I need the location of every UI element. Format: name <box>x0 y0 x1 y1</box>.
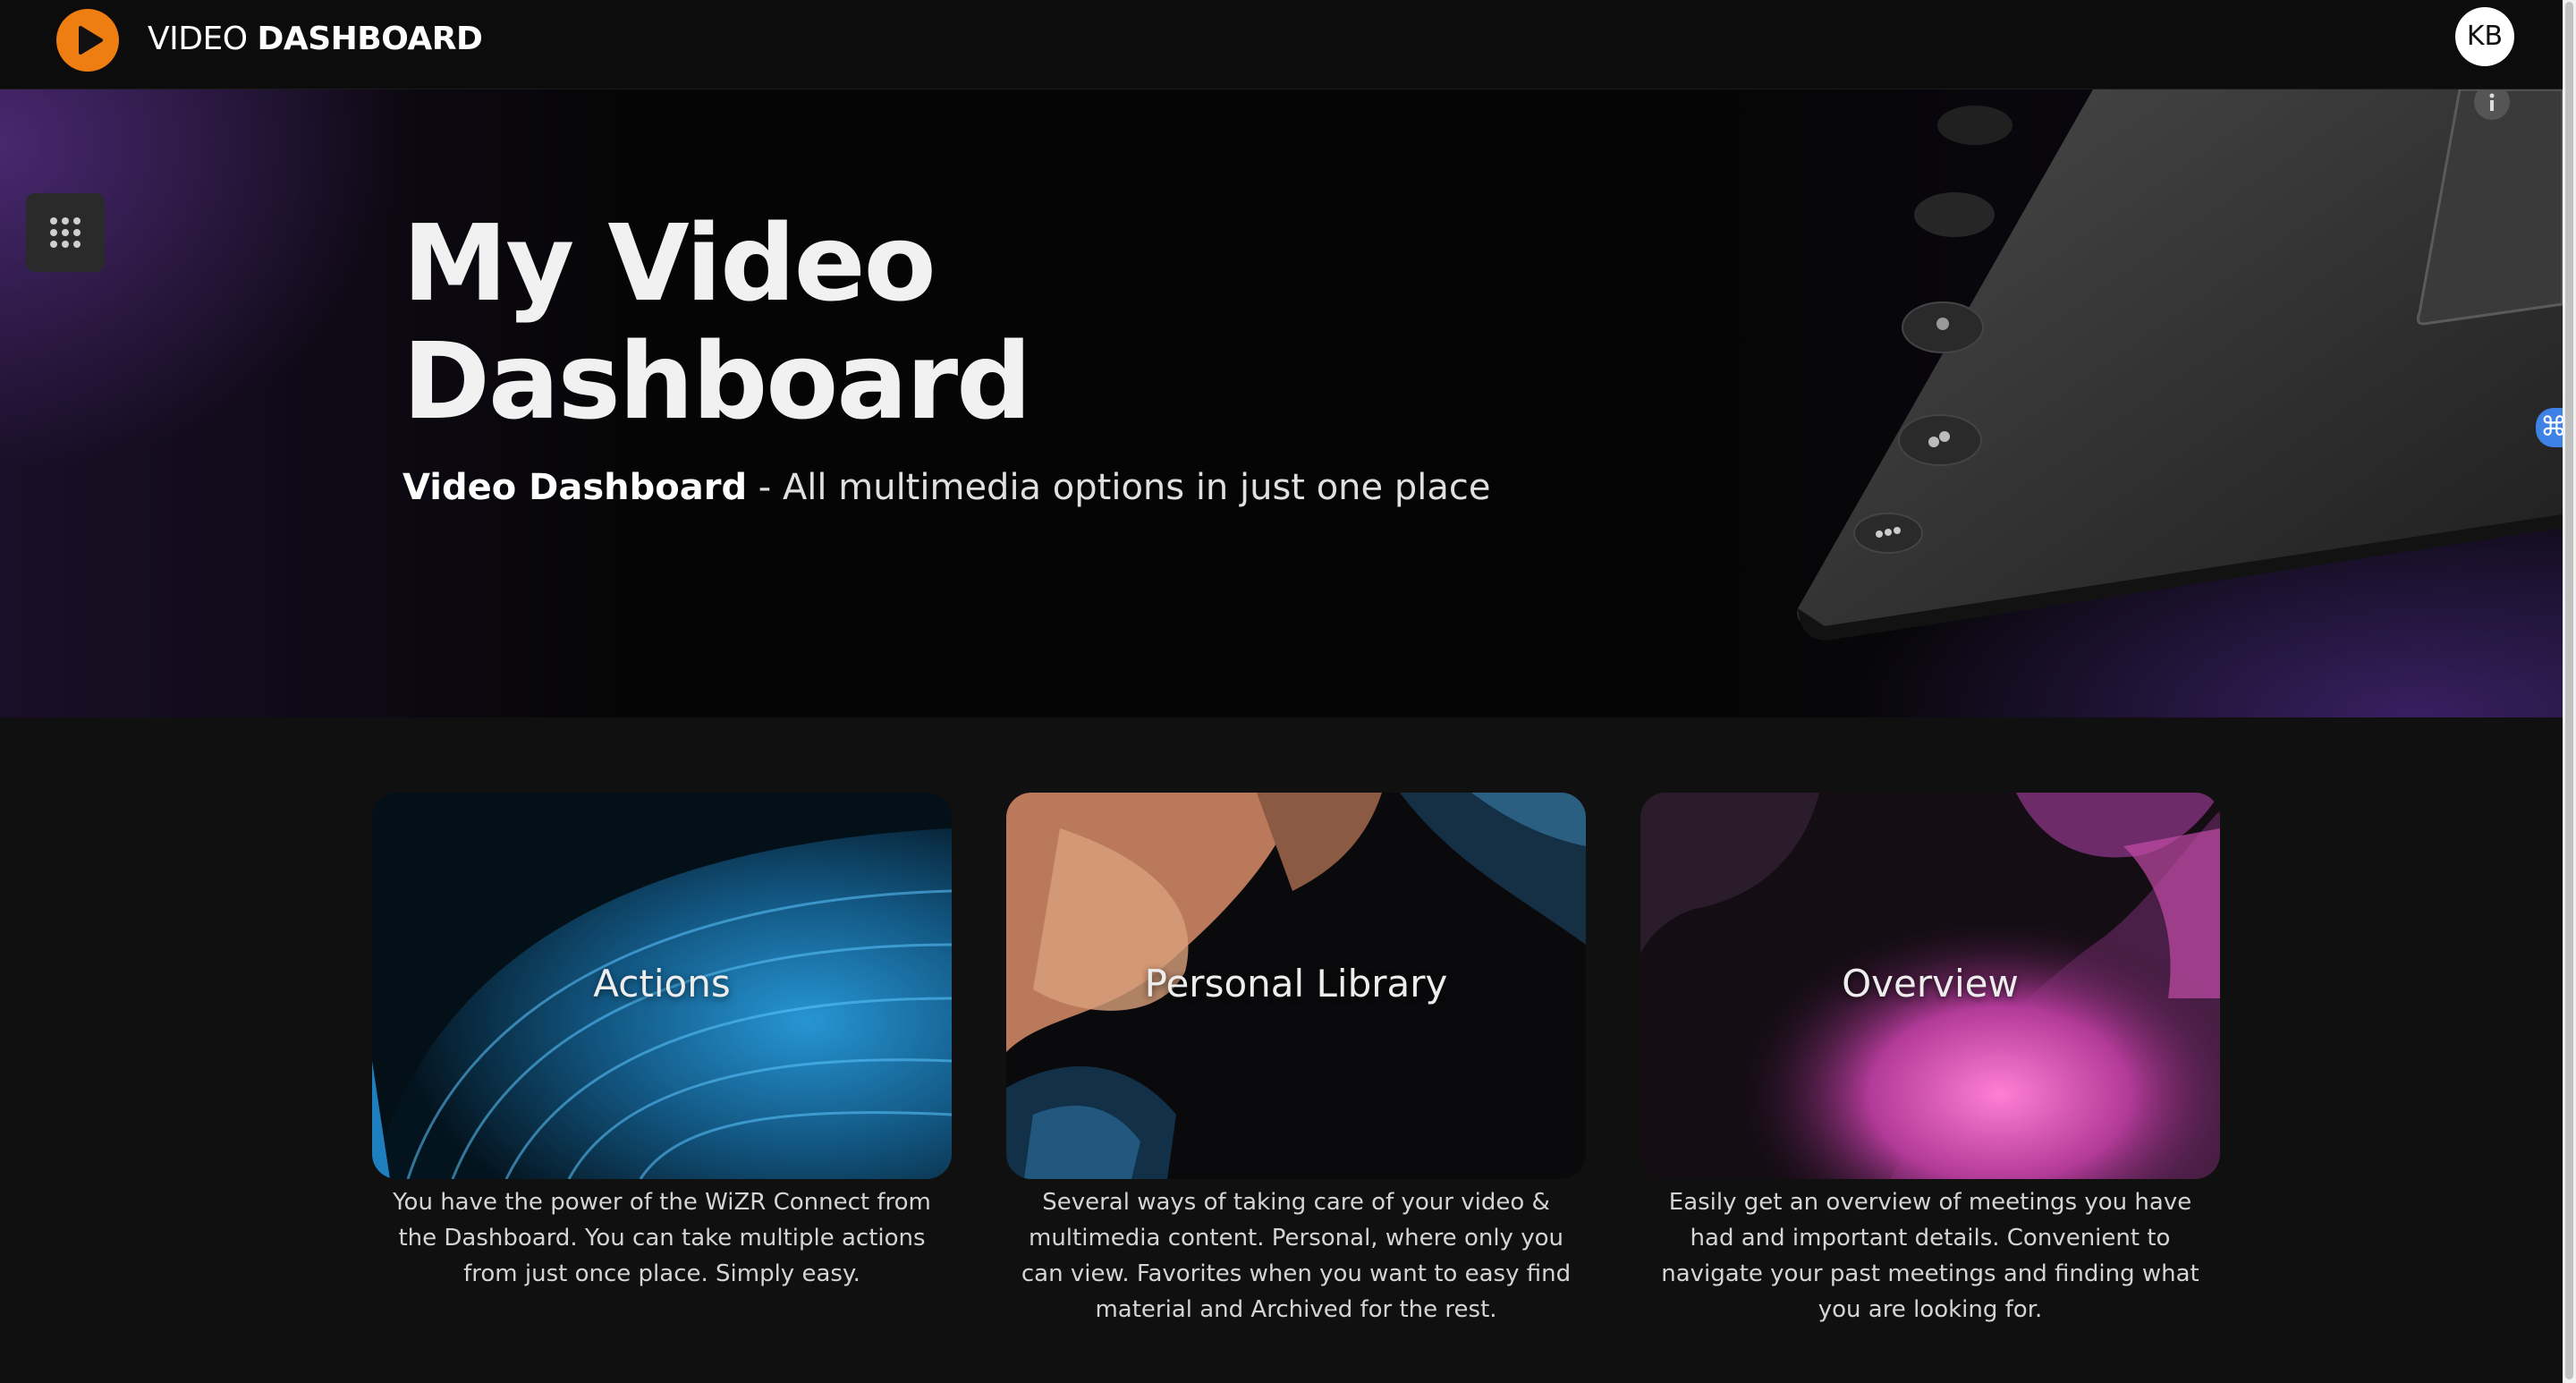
card-overview-image[interactable]: Overview <box>1640 793 2220 1179</box>
info-icon[interactable] <box>2472 89 2512 129</box>
apps-menu-button[interactable] <box>26 193 105 272</box>
card-actions-description: You have the power of the WiZR Connect f… <box>393 1189 931 1287</box>
card-actions-image[interactable]: Actions <box>372 793 952 1179</box>
hero-title-line-1: My Video <box>402 201 936 325</box>
hero-subtitle: Video Dashboard - All multimedia options… <box>402 465 1490 510</box>
app-title-regular: VIDEO <box>148 21 248 57</box>
hero-banner: My Video Dashboard Video Dashboard - All… <box>0 89 2563 717</box>
command-icon[interactable]: ⌘ <box>2536 408 2563 447</box>
page-scrollbar[interactable] <box>2563 0 2576 1383</box>
app-title[interactable]: VIDEO DASHBOARD <box>148 21 483 57</box>
card-overview-title: Overview <box>1842 962 2019 1005</box>
card-personal-library-title: Personal Library <box>1144 962 1448 1005</box>
top-bar: VIDEO DASHBOARD KB <box>0 0 2576 89</box>
app-title-bold: DASHBOARD <box>257 21 483 57</box>
card-personal-library-description: Several ways of taking care of your vide… <box>1021 1189 1572 1323</box>
user-avatar[interactable]: KB <box>2455 7 2514 66</box>
app-logo-play-icon[interactable] <box>56 9 119 72</box>
hero-subtitle-bold: Video Dashboard <box>402 467 748 508</box>
hero-title: My Video Dashboard <box>402 204 1297 440</box>
card-personal-library-image[interactable]: Personal Library <box>1006 793 1586 1179</box>
hero-subtitle-text: - All multimedia options in just one pla… <box>747 467 1491 508</box>
grid-icon <box>50 217 80 248</box>
scrollbar-thumb[interactable] <box>2565 2 2573 1379</box>
device-illustration <box>1797 89 2563 641</box>
card-actions-title: Actions <box>593 962 731 1005</box>
hero-title-line-2: Dashboard <box>402 319 1032 443</box>
card-overview-description: Easily get an overview of meetings you h… <box>1661 1189 2199 1323</box>
